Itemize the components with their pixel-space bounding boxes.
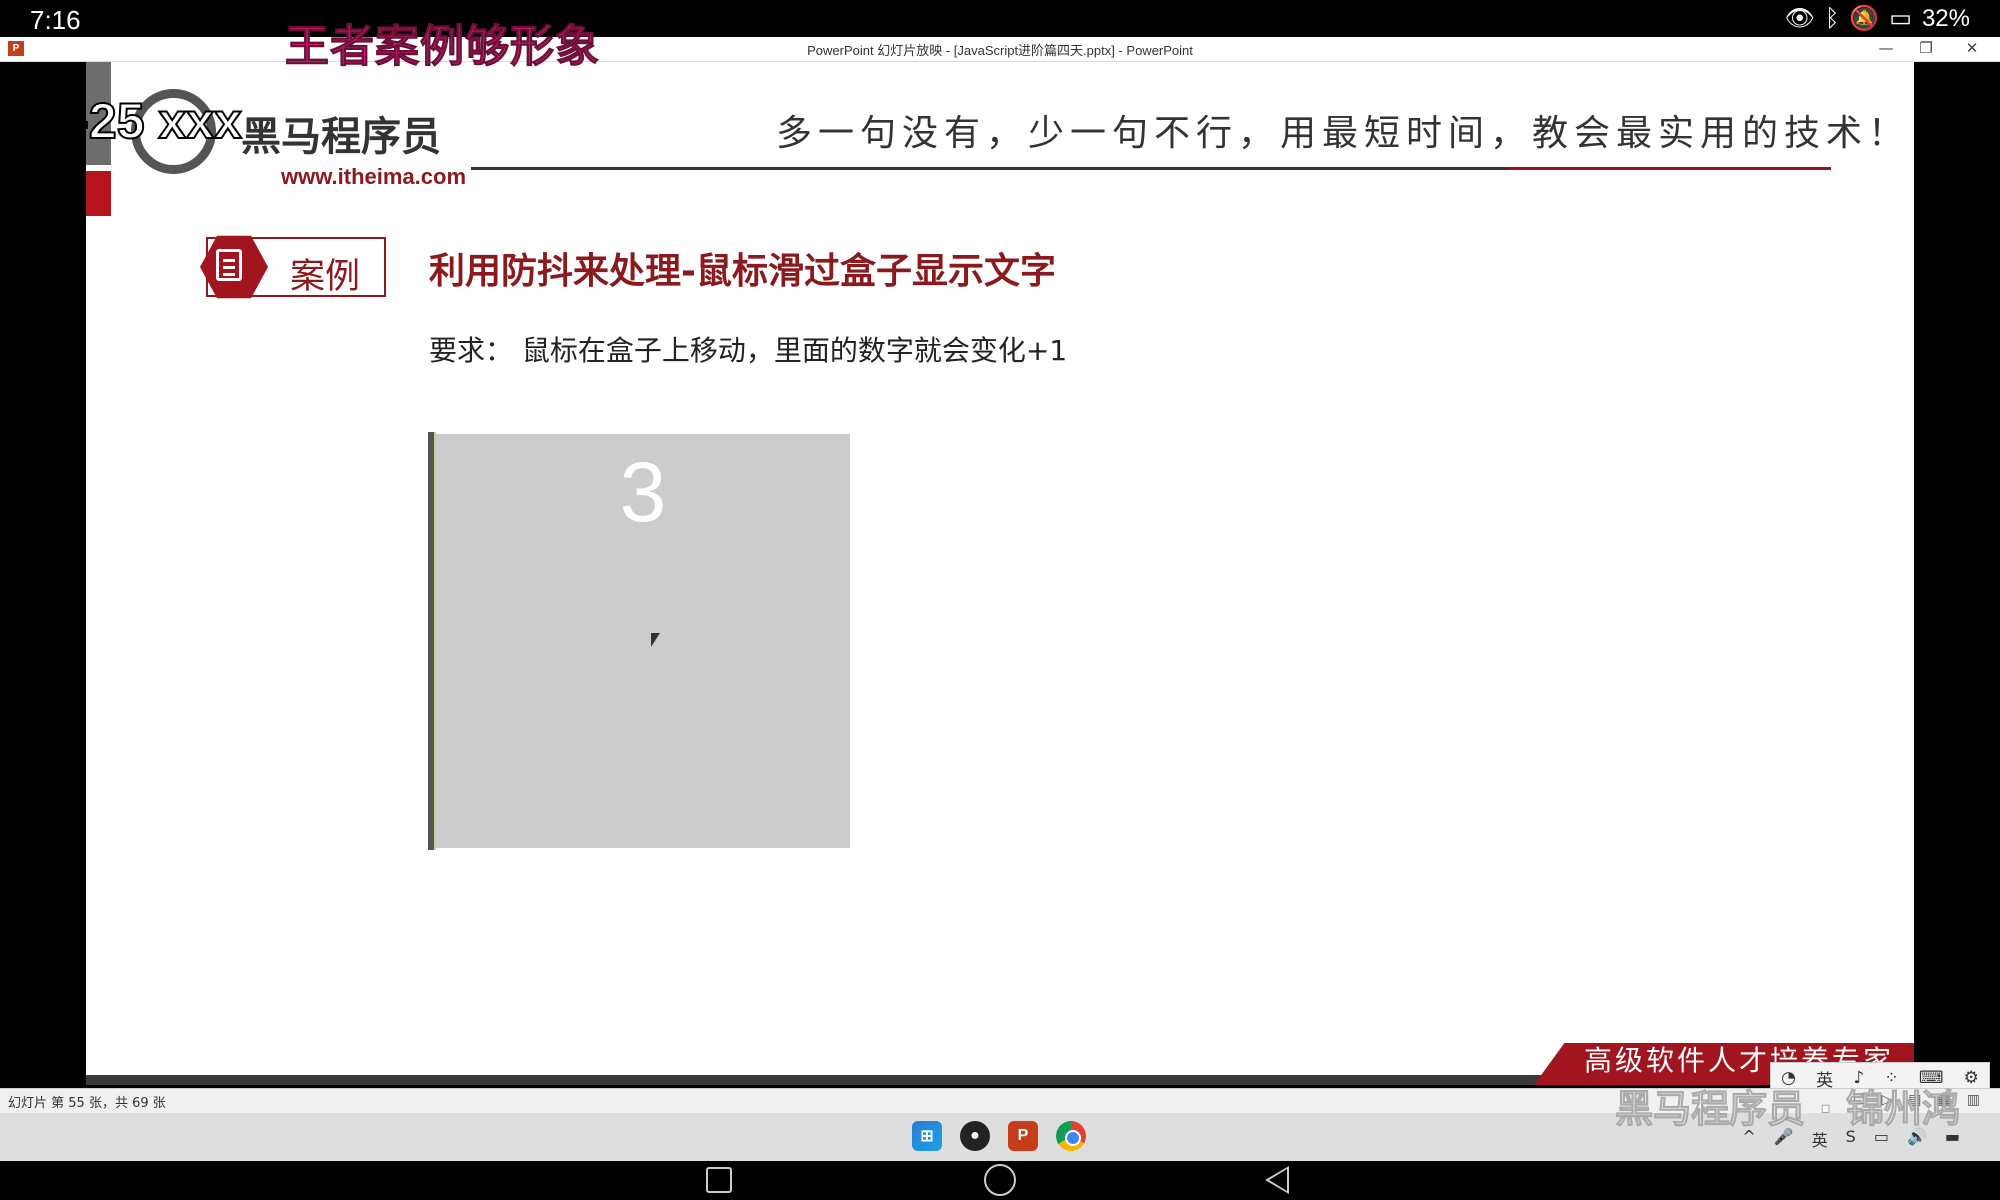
battery-icon: ▭ xyxy=(1889,5,1912,32)
close-button[interactable]: ✕ xyxy=(1958,39,1986,57)
demo-box-outline xyxy=(428,432,436,850)
case-hexagon xyxy=(200,235,268,299)
obs-icon[interactable]: ● xyxy=(960,1121,990,1151)
status-time: 7:16 xyxy=(30,5,81,35)
reading-view-icon[interactable]: ▥ xyxy=(1967,1092,1980,1108)
settings-gear-icon[interactable]: ⚙ xyxy=(1964,1068,1979,1088)
restore-button[interactable]: ❐ xyxy=(1912,39,1940,57)
slogan-divider-accent xyxy=(1506,167,1831,170)
mouse-cursor-icon xyxy=(651,633,660,647)
video-overlay-date: -10-25 xxx xyxy=(86,92,243,150)
slide-counter: 幻灯片 第 55 张，共 69 张 xyxy=(8,1096,166,1111)
recents-icon[interactable] xyxy=(706,1167,732,1193)
requirement-text: 要求： 鼠标在盒子上移动，里面的数字就会变化+1 xyxy=(429,334,1068,367)
logo-text: 黑马程序员 xyxy=(241,114,441,160)
back-icon[interactable] xyxy=(1265,1166,1289,1194)
watermark: 黑马程序员 · 锦州鸿 xyxy=(1615,1087,1961,1132)
slogan: 多一句没有，少一句不行，用最短时间，教会最实用的技术！ xyxy=(776,113,1911,154)
demo-counter: 3 xyxy=(619,445,667,539)
logo-url: www.itheima.com xyxy=(281,164,467,189)
slide-title: 利用防抖来处理-鼠标滑过盒子显示文字 xyxy=(429,251,1056,292)
powerpoint-taskbar-icon[interactable]: P xyxy=(1008,1121,1038,1151)
minimize-button[interactable]: — xyxy=(1872,39,1900,57)
home-icon[interactable] xyxy=(984,1164,1016,1196)
android-nav-bar xyxy=(0,1161,2000,1200)
battery-percent: 32% xyxy=(1921,4,1970,32)
status-icons: 👁 ᛒ 🔕 ▭ 32% xyxy=(1785,4,1971,33)
case-label: 案例 xyxy=(290,257,361,297)
mute-icon: 🔕 xyxy=(1849,5,1880,32)
demo-box[interactable]: 3 xyxy=(436,434,850,848)
windows-start-icon[interactable]: ⊞ xyxy=(912,1121,942,1151)
eye-icon: 👁 xyxy=(1784,5,1815,32)
chrome-icon[interactable] xyxy=(1056,1121,1086,1151)
document-icon xyxy=(216,249,242,281)
case-badge: 案例 xyxy=(200,235,386,299)
slideshow-area: 黑马程序员 www.itheima.com -10-25 xxx 多一句没有，少… xyxy=(0,62,2000,1085)
left-accent-red xyxy=(86,171,111,216)
slide[interactable]: 黑马程序员 www.itheima.com -10-25 xxx 多一句没有，少… xyxy=(86,62,1914,1085)
taskbar-apps: ⊞ ● P xyxy=(912,1121,1086,1151)
bluetooth-icon: ᛒ xyxy=(1824,4,1840,32)
video-overlay-title: 王者案例够形象 xyxy=(285,21,600,73)
